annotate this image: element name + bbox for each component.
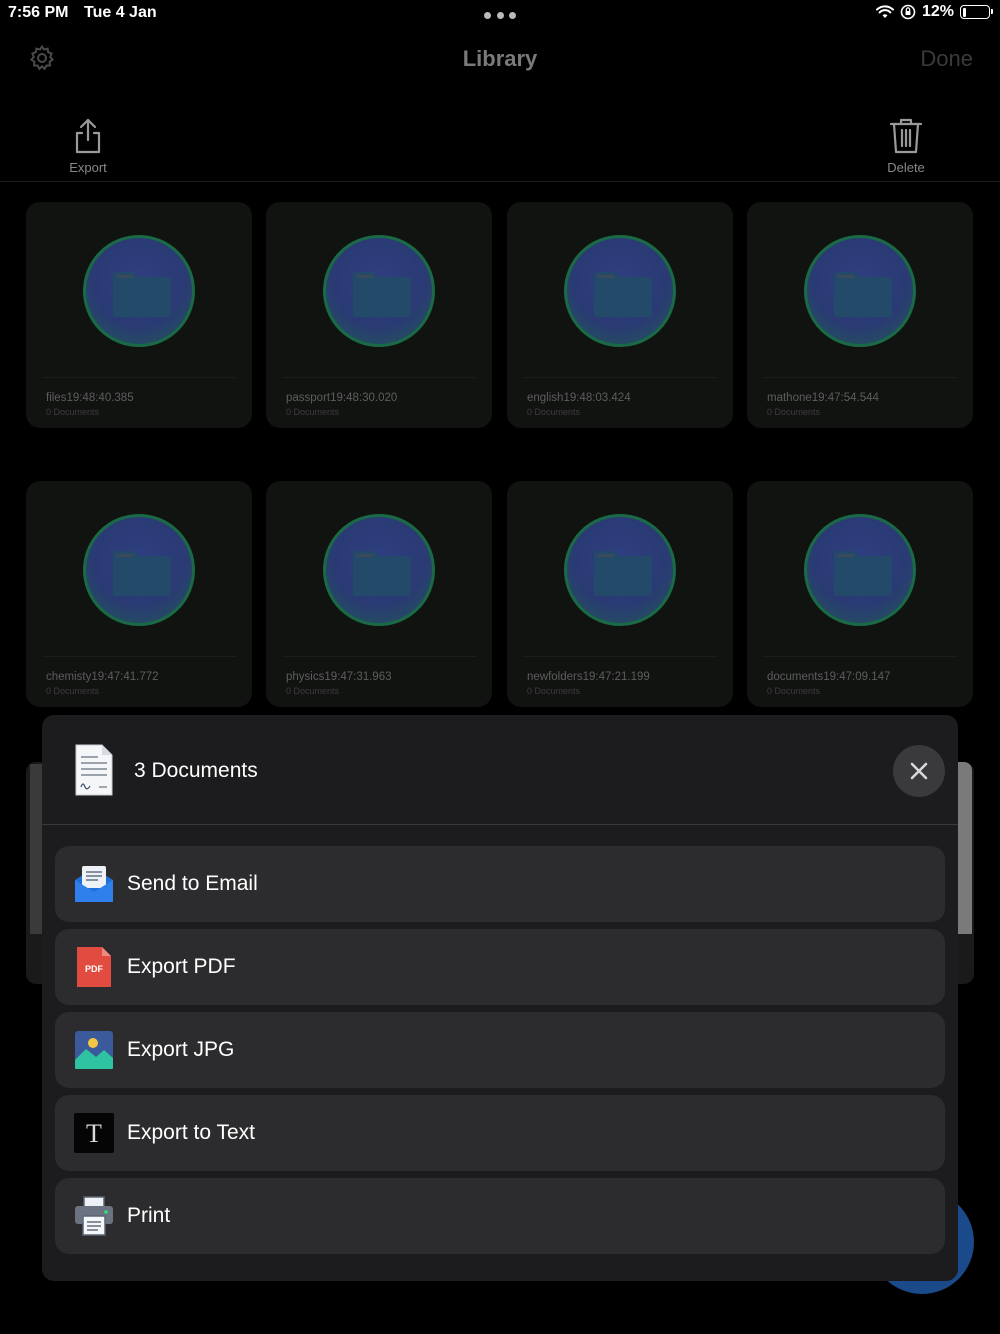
- export-button[interactable]: Export: [68, 116, 108, 175]
- action-label: Send to Email: [127, 872, 258, 895]
- export-label: Export: [69, 160, 107, 175]
- print-button[interactable]: Print: [55, 1178, 945, 1254]
- folder-card[interactable]: documents19:47:09.147 0 Documents: [747, 481, 973, 707]
- send-to-email-button[interactable]: Send to Email: [55, 846, 945, 922]
- orientation-lock-icon: [900, 4, 916, 20]
- page-title: Library: [462, 46, 538, 71]
- folder-card[interactable]: files19:48:40.385 0 Documents: [26, 202, 252, 428]
- action-label: Export JPG: [127, 1038, 235, 1061]
- folder-name: chemisty19:47:41.772: [46, 671, 159, 683]
- folder-name: mathone19:47:54.544: [767, 392, 879, 404]
- folder-card[interactable]: chemisty19:47:41.772 0 Documents: [26, 481, 252, 707]
- close-icon: [910, 762, 928, 780]
- export-jpg-button[interactable]: Export JPG: [55, 1012, 945, 1088]
- folder-name: english19:48:03.424: [527, 392, 631, 404]
- folder-count: 0 Documents: [767, 686, 821, 696]
- export-to-text-button[interactable]: T Export to Text: [55, 1095, 945, 1171]
- folder-icon: [353, 272, 411, 317]
- delete-label: Delete: [887, 160, 925, 175]
- folder-card[interactable]: passport19:48:30.020 0 Documents: [266, 202, 492, 428]
- close-button[interactable]: [893, 745, 945, 797]
- done-button[interactable]: Done: [920, 46, 973, 72]
- folder-avatar: [564, 514, 676, 626]
- sheet-title: 3 Documents: [134, 759, 258, 782]
- folder-count: 0 Documents: [527, 686, 581, 696]
- folder-count: 0 Documents: [286, 686, 340, 696]
- export-sheet: 3 Documents Send to Email PDF Export PDF: [42, 715, 958, 1281]
- folder-avatar: [323, 514, 435, 626]
- folder-card[interactable]: physics19:47:31.963 0 Documents: [266, 481, 492, 707]
- folder-count: 0 Documents: [527, 407, 581, 417]
- folder-icon: [834, 272, 892, 317]
- multitasking-dots-icon[interactable]: [484, 12, 516, 20]
- email-icon: [75, 866, 113, 902]
- folder-avatar: [804, 514, 916, 626]
- folder-icon: [113, 551, 171, 596]
- folder-count: 0 Documents: [767, 407, 821, 417]
- sheet-header: 3 Documents: [42, 715, 958, 825]
- folder-avatar: [323, 235, 435, 347]
- folder-name: documents19:47:09.147: [767, 671, 891, 683]
- document-icon: [75, 744, 113, 796]
- folder-icon: [353, 551, 411, 596]
- folder-card[interactable]: english19:48:03.424 0 Documents: [507, 202, 733, 428]
- folder-icon: [594, 272, 652, 317]
- status-time: 7:56 PM: [8, 4, 69, 21]
- share-icon: [75, 118, 101, 154]
- action-label: Export to Text: [127, 1121, 256, 1144]
- text-icon: T: [74, 1113, 114, 1153]
- folder-icon: [834, 551, 892, 596]
- delete-button[interactable]: Delete: [886, 116, 926, 175]
- folder-card[interactable]: mathone19:47:54.544 0 Documents: [747, 202, 973, 428]
- folder-avatar: [804, 235, 916, 347]
- toolbar: Export Delete: [0, 110, 1000, 182]
- folder-icon: [594, 551, 652, 596]
- folder-avatar: [564, 235, 676, 347]
- status-date: Tue 4 Jan: [84, 4, 157, 21]
- folder-card[interactable]: newfolders19:47:21.199 0 Documents: [507, 481, 733, 707]
- folder-avatar: [83, 235, 195, 347]
- text-icon-glyph: T: [86, 1119, 102, 1148]
- action-label: Export PDF: [127, 955, 236, 978]
- folder-name: newfolders19:47:21.199: [527, 671, 650, 683]
- battery-icon: [960, 5, 993, 19]
- pdf-icon: PDF: [77, 947, 111, 987]
- battery-percent: 12%: [921, 3, 954, 20]
- printer-icon: [75, 1196, 113, 1236]
- status-indicators: 12%: [875, 3, 993, 21]
- folder-icon: [113, 272, 171, 317]
- folder-name: passport19:48:30.020: [286, 392, 398, 404]
- trash-icon: [889, 118, 923, 154]
- export-pdf-button[interactable]: PDF Export PDF: [55, 929, 945, 1005]
- folder-count: 0 Documents: [286, 407, 340, 417]
- wifi-icon: [875, 5, 894, 18]
- folder-count: 0 Documents: [46, 686, 100, 696]
- folder-name: physics19:47:31.963: [286, 671, 392, 683]
- navigation-bar: Library Done: [0, 30, 1000, 90]
- action-label: Print: [127, 1204, 171, 1227]
- status-bar: 7:56 PM Tue 4 Jan 12%: [0, 0, 1000, 28]
- folder-avatar: [83, 514, 195, 626]
- folder-name: files19:48:40.385: [46, 392, 134, 404]
- image-icon: [75, 1031, 113, 1069]
- pdf-icon-text: PDF: [85, 964, 104, 974]
- folder-count: 0 Documents: [46, 407, 100, 417]
